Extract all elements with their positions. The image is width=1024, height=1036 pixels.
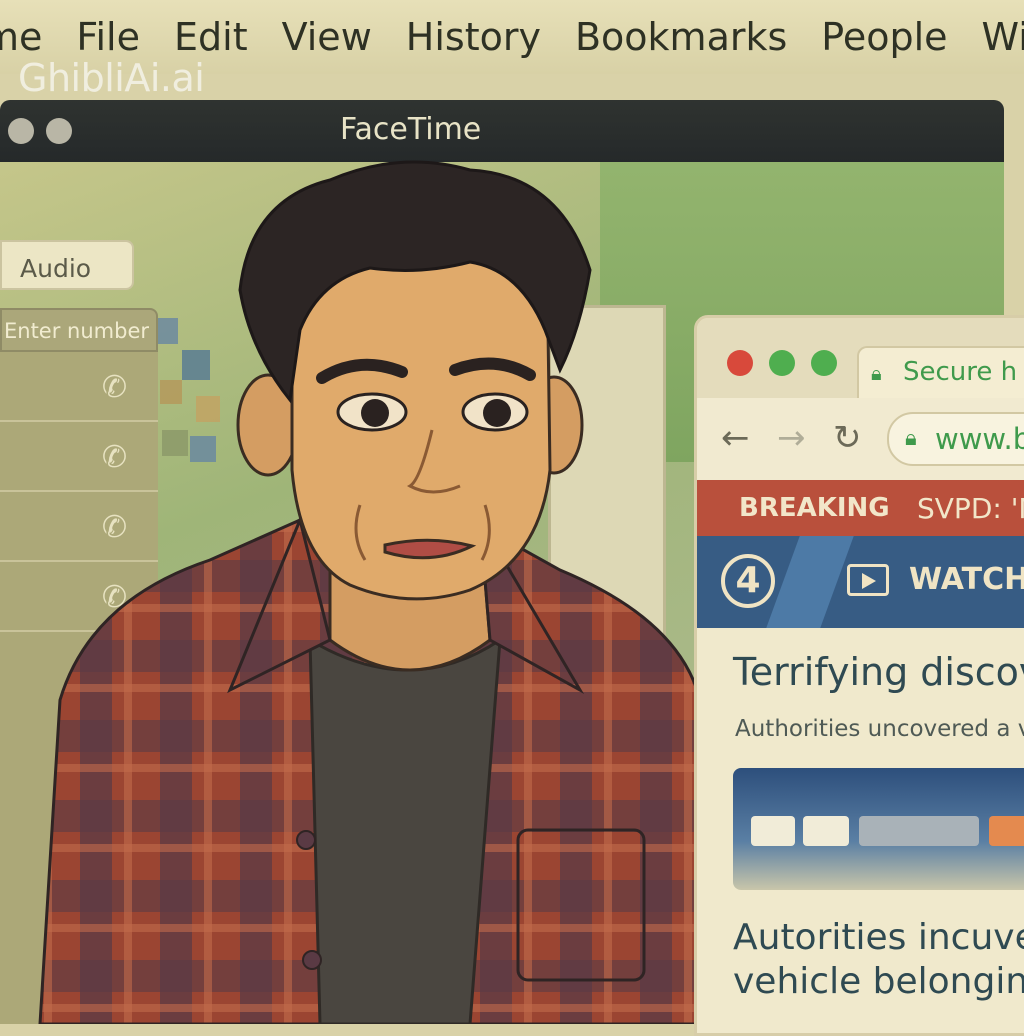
article-subhead: Authorities uncovered a v bbox=[735, 716, 1024, 742]
breaking-text: SVPD: 'N bbox=[917, 492, 1024, 525]
light-bar bbox=[803, 816, 849, 846]
browser-close-button[interactable] bbox=[727, 350, 753, 376]
lock-icon: 🔒︎ bbox=[871, 361, 882, 385]
menu-bookmarks[interactable]: Bookmarks bbox=[575, 15, 787, 59]
light-bar bbox=[751, 816, 795, 846]
call-row[interactable]: ✆ bbox=[0, 422, 158, 492]
back-arrow-icon[interactable]: ← bbox=[721, 418, 750, 458]
news-channel-bar: 4 WATCH bbox=[697, 536, 1024, 628]
window-minimize-button[interactable] bbox=[46, 118, 72, 144]
number-input[interactable]: Enter number bbox=[0, 308, 158, 352]
window-close-button[interactable] bbox=[8, 118, 34, 144]
phone-icon: ✆ bbox=[102, 440, 128, 475]
browser-toolbar: ← → ↻ 🔒︎ www.b bbox=[697, 398, 1024, 482]
play-icon[interactable] bbox=[847, 564, 889, 596]
watermark: GhibliAi.ai bbox=[18, 56, 205, 100]
newsbar-stripe bbox=[766, 536, 854, 628]
menu-people[interactable]: People bbox=[821, 15, 947, 59]
menu-edit[interactable]: Edit bbox=[174, 15, 248, 59]
headline2-line2: vehicle belonging bbox=[733, 961, 1024, 1002]
address-bar[interactable]: 🔒︎ www.b bbox=[887, 412, 1024, 466]
browser-minimize-button[interactable] bbox=[769, 350, 795, 376]
reload-icon[interactable]: ↻ bbox=[833, 418, 862, 458]
watch-button[interactable]: WATCH bbox=[909, 562, 1024, 597]
facetime-titlebar: FaceTime bbox=[0, 100, 1004, 162]
call-row[interactable]: ✆ bbox=[0, 492, 158, 562]
facetime-sidebar: Audio Enter number ✆ ✆ ✆ ✆ bbox=[0, 162, 158, 1024]
tab-label: Secure h bbox=[903, 357, 1018, 387]
menu-view[interactable]: View bbox=[282, 15, 372, 59]
audio-button[interactable]: Audio bbox=[0, 240, 134, 290]
menu-file[interactable]: File bbox=[76, 15, 140, 59]
menu-window[interactable]: Wir bbox=[982, 15, 1024, 59]
call-row[interactable]: ✆ bbox=[0, 352, 158, 422]
facetime-title: FaceTime bbox=[340, 112, 482, 147]
sidebar-empty-area bbox=[0, 632, 158, 1024]
browser-window: 🔒︎ Secure h ← → ↻ 🔒︎ www.b BREAKING SVPD… bbox=[694, 315, 1024, 1036]
light-bar bbox=[859, 816, 979, 846]
lock-icon: 🔒︎ bbox=[905, 426, 917, 451]
channel-logo[interactable]: 4 bbox=[721, 554, 775, 608]
room-door bbox=[548, 305, 666, 641]
browser-zoom-button[interactable] bbox=[811, 350, 837, 376]
article-headline[interactable]: Terrifying discov bbox=[733, 650, 1024, 694]
call-row[interactable]: ✆ bbox=[0, 562, 158, 632]
article-headline-2[interactable]: Autorities incuver vehicle belonging bbox=[733, 916, 1024, 1004]
light-bar bbox=[989, 816, 1024, 846]
phone-icon: ✆ bbox=[102, 580, 128, 615]
forward-arrow-icon[interactable]: → bbox=[777, 418, 806, 458]
phone-icon: ✆ bbox=[102, 370, 128, 405]
breaking-news-banner[interactable]: BREAKING SVPD: 'N bbox=[697, 480, 1024, 536]
police-lights-image bbox=[733, 768, 1024, 890]
headline2-line1: Autorities incuver bbox=[733, 917, 1024, 958]
breaking-label: BREAKING bbox=[739, 493, 890, 523]
phone-icon: ✆ bbox=[102, 510, 128, 545]
url-text: www.b bbox=[935, 422, 1024, 456]
browser-tabbar: 🔒︎ Secure h bbox=[697, 318, 1024, 400]
menu-history[interactable]: History bbox=[406, 15, 541, 59]
menu-app[interactable]: me bbox=[0, 15, 42, 59]
browser-tab[interactable]: 🔒︎ Secure h bbox=[857, 346, 1024, 400]
